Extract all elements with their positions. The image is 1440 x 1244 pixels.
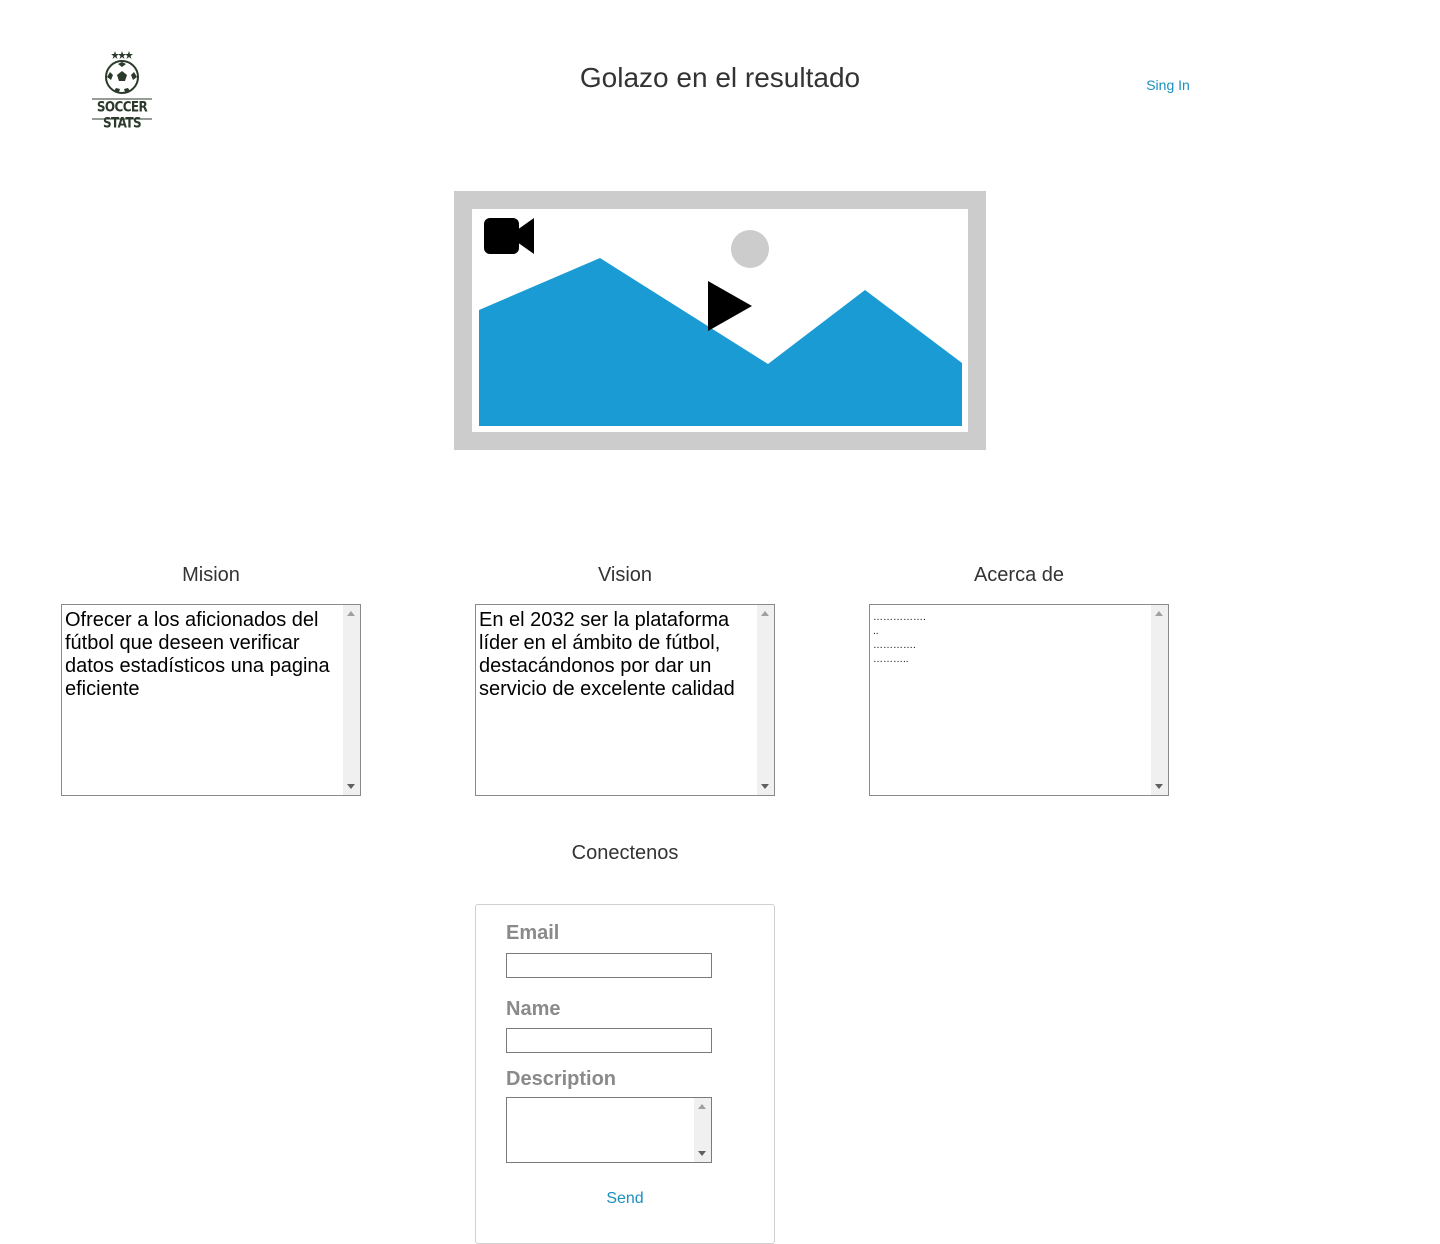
scroll-down-icon[interactable] (347, 784, 355, 789)
scroll-up-icon[interactable] (761, 611, 769, 616)
name-field[interactable] (506, 1028, 712, 1053)
description-label: Description (506, 1068, 617, 1090)
vision-text: En el 2032 ser la plataforma líder en el… (479, 609, 735, 700)
mision-scrollbar[interactable] (343, 605, 360, 795)
conectenos-heading: Conectenos (571, 842, 679, 864)
vision-textarea[interactable]: En el 2032 ser la plataforma líder en el… (475, 604, 775, 796)
page-title: Golazo en el resultado (579, 62, 861, 93)
mision-textarea[interactable]: Ofrecer a los aficionados del fútbol que… (61, 604, 361, 796)
vision-scrollbar[interactable] (757, 605, 774, 795)
contact-form: Email Name Description Send (475, 904, 775, 1244)
logo-text: SOCCER STATS (96, 98, 148, 132)
video-player[interactable] (454, 191, 986, 450)
acerca-scrollbar[interactable] (1151, 605, 1168, 795)
sun-icon (731, 230, 769, 268)
scroll-down-icon[interactable] (698, 1151, 706, 1156)
scroll-up-icon[interactable] (1155, 611, 1163, 616)
mision-text: Ofrecer a los aficionados del fútbol que… (65, 609, 336, 700)
scroll-down-icon[interactable] (761, 784, 769, 789)
description-field[interactable] (506, 1097, 712, 1163)
vision-heading: Vision (597, 564, 653, 586)
name-label: Name (506, 998, 561, 1020)
email-field[interactable] (506, 953, 712, 978)
mision-heading: Mision (182, 564, 240, 586)
acerca-textarea[interactable]: ……………. .. …………. ……….. (869, 604, 1169, 796)
email-label: Email (506, 922, 560, 944)
acerca-text: ……………. .. …………. ……….. (873, 612, 926, 665)
sign-in-link[interactable]: Sing In (1128, 77, 1208, 93)
acerca-heading: Acerca de (973, 564, 1065, 586)
send-button[interactable]: Send (476, 1190, 774, 1208)
video-camera-icon (484, 218, 534, 254)
scroll-up-icon[interactable] (347, 611, 355, 616)
description-scrollbar[interactable] (694, 1098, 711, 1162)
scroll-up-icon[interactable] (698, 1104, 706, 1109)
scroll-down-icon[interactable] (1155, 784, 1163, 789)
